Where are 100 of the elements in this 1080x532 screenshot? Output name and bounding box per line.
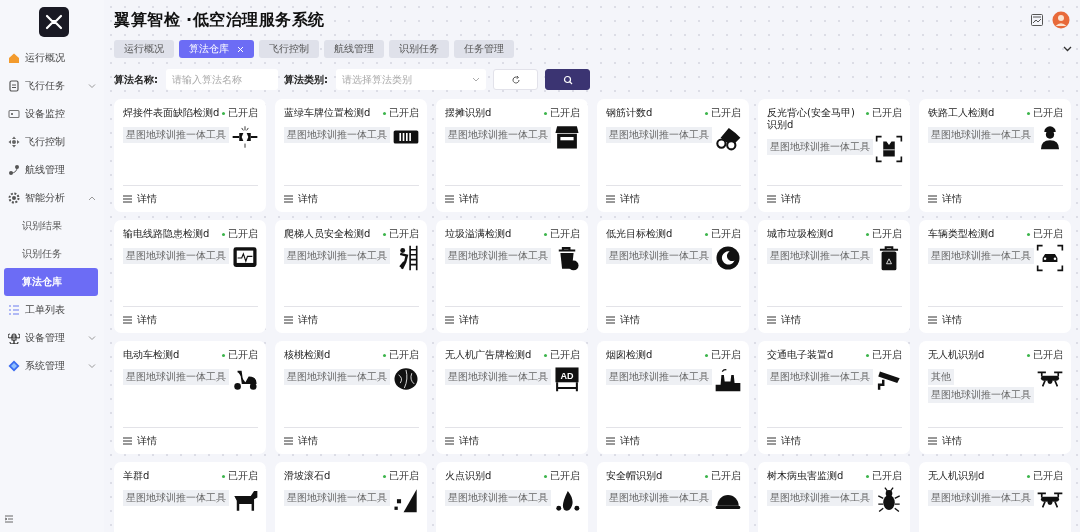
card-title: 无人机识别d [928,470,985,482]
tag: 星图地球训推一体工具 [284,248,390,264]
tag: 星图地球训推一体工具 [928,490,1034,506]
algorithm-card[interactable]: 车辆类型检测d 已开启 星图地球训推一体工具 详情 [919,220,1071,333]
sidebar-item[interactable]: 运行概况 [0,44,104,72]
tag: 星图地球训推一体工具 [767,490,873,506]
details-link[interactable]: 详情 [445,192,479,206]
screen-icon [8,108,20,120]
search-button[interactable] [545,69,590,90]
algorithm-card[interactable]: 无人机识别d 已开启 其他 星图地球训推一体工具 详情 [919,341,1071,454]
algorithm-card[interactable]: 输电线路隐患检测d 已开启 星图地球训推一体工具 详情 [114,220,266,333]
details-link[interactable]: 详情 [606,434,640,448]
card-title: 蓝绿车牌位置检测d [284,107,371,119]
tag: 星图地球训推一体工具 [606,248,712,264]
bug-icon [875,486,903,514]
diamond-icon [8,360,20,372]
details-link[interactable]: 详情 [284,192,318,206]
tab[interactable]: 飞行控制 [259,40,319,58]
algorithm-card[interactable]: 交通电子装置d 已开启 星图地球训推一体工具 详情 [758,341,910,454]
menu-icon [606,195,615,203]
image-icon[interactable] [1030,13,1044,27]
tag: 星图地球训推一体工具 [928,387,1034,403]
algorithm-card[interactable]: 摆摊识别d 已开启 星图地球训推一体工具 详情 [436,99,588,212]
algorithm-card[interactable]: 低光目标检测d 已开启 星图地球训推一体工具 详情 [597,220,749,333]
sidebar-item[interactable]: 工单列表 [0,296,104,324]
refresh-icon [510,74,521,85]
caret-icon [472,77,480,82]
algorithm-card[interactable]: 反光背心(安全马甲)识别d 已开启 星图地球训推一体工具 详情 [758,99,910,212]
tag: 星图地球训推一体工具 [445,369,551,385]
status-label: 已开启 [383,107,419,119]
menu-icon [445,316,454,324]
sidebar-item[interactable]: 系统管理 [0,352,104,380]
tag: 星图地球训推一体工具 [284,369,390,385]
details-link[interactable]: 详情 [928,313,962,327]
avatar-icon[interactable] [1052,11,1070,29]
sidebar-item[interactable]: 算法仓库 [4,268,98,296]
status-label: 已开启 [222,228,258,240]
tab[interactable]: 任务管理 [454,40,514,58]
algorithm-card[interactable]: 垃圾溢满检测d 已开启 星图地球训推一体工具 详情 [436,220,588,333]
algorithm-card[interactable]: 电动车检测d 已开启 星图地球训推一体工具 详情 [114,341,266,454]
algorithm-card[interactable]: 树木病虫害监测d 已开启 星图地球训推一体工具 [758,462,910,532]
tab[interactable]: 算法仓库 [179,40,254,58]
caret-icon[interactable] [1063,46,1072,52]
tag: 星图地球训推一体工具 [928,248,1034,264]
status-label: 已开启 [1027,107,1063,119]
details-link[interactable]: 详情 [606,192,640,206]
sidebar-item[interactable]: 识别任务 [4,240,98,268]
status-label: 已开启 [383,228,419,240]
algorithm-card[interactable]: 无人机识别d 已开启 星图地球训推一体工具 [919,462,1071,532]
tag: 星图地球训推一体工具 [445,490,551,506]
algorithm-card[interactable]: 滑坡滚石d 已开启 星图地球训推一体工具 [275,462,427,532]
algorithm-card[interactable]: 蓝绿车牌位置检测d 已开启 星图地球训推一体工具 详情 [275,99,427,212]
algorithm-card[interactable]: 核桃检测d 已开启 星图地球训推一体工具 详情 [275,341,427,454]
details-link[interactable]: 详情 [445,313,479,327]
collapse-icon[interactable] [4,514,14,524]
algorithm-card[interactable]: 火点识别d 已开启 星图地球训推一体工具 [436,462,588,532]
sidebar-item[interactable]: 识别结果 [4,212,98,240]
details-link[interactable]: 详情 [928,192,962,206]
algorithm-card[interactable]: 钢筋计数d 已开启 星图地球训推一体工具 详情 [597,99,749,212]
tab[interactable]: 运行概况 [114,40,174,58]
input-field[interactable]: 请输入算法名称 [166,69,278,90]
status-label: 已开启 [705,470,741,482]
algorithm-card[interactable]: 烟囱检测d 已开启 星图地球训推一体工具 详情 [597,341,749,454]
tag: 星图地球训推一体工具 [284,490,390,506]
details-link[interactable]: 详情 [928,434,962,448]
logo-icon [39,7,69,37]
details-link[interactable]: 详情 [123,434,157,448]
tab[interactable]: 识别任务 [389,40,449,58]
tab[interactable]: 航线管理 [324,40,384,58]
tag: 星图地球训推一体工具 [284,127,390,143]
menu-icon [123,195,132,203]
details-link[interactable]: 详情 [767,313,801,327]
algorithm-card[interactable]: 无人机广告牌检测d 已开启 星图地球训推一体工具 AD 详情 [436,341,588,454]
sidebar-item[interactable]: 智能分析 [0,184,104,212]
status-label: 已开启 [544,107,580,119]
algorithm-card[interactable]: 羊群d 已开启 星图地球训推一体工具 [114,462,266,532]
details-link[interactable]: 详情 [606,313,640,327]
app-title: 翼算智检 ·低空治理服务系统 [114,9,325,31]
close-icon[interactable] [237,45,244,53]
details-link[interactable]: 详情 [123,313,157,327]
sidebar-item[interactable]: 航线管理 [0,156,104,184]
details-link[interactable]: 详情 [445,434,479,448]
algorithm-card[interactable]: 铁路工人检测d 已开启 星图地球训推一体工具 详情 [919,99,1071,212]
vest-icon [875,135,903,163]
algorithm-card[interactable]: 爬梯人员安全检测d 已开启 星图地球训推一体工具 详情 [275,220,427,333]
algorithm-card[interactable]: 安全帽识别d 已开启 星图地球训推一体工具 [597,462,749,532]
status-label: 已开启 [1027,228,1063,240]
card-title: 铁路工人检测d [928,107,995,119]
details-link[interactable]: 详情 [123,192,157,206]
details-link[interactable]: 详情 [284,434,318,448]
algorithm-card[interactable]: 焊接件表面缺陷检测d 已开启 星图地球训推一体工具 详情 [114,99,266,212]
details-link[interactable]: 详情 [767,192,801,206]
sidebar-item[interactable]: 设备管理 [0,324,104,352]
details-link[interactable]: 详情 [767,434,801,448]
details-link[interactable]: 详情 [284,313,318,327]
sidebar-item[interactable]: 飞行控制 [0,128,104,156]
menu-icon [123,437,132,445]
sidebar-item[interactable]: 飞行任务 [0,72,104,100]
algorithm-card[interactable]: 城市垃圾检测d 已开启 星图地球训推一体工具 详情 [758,220,910,333]
sidebar-item[interactable]: 设备监控 [0,100,104,128]
